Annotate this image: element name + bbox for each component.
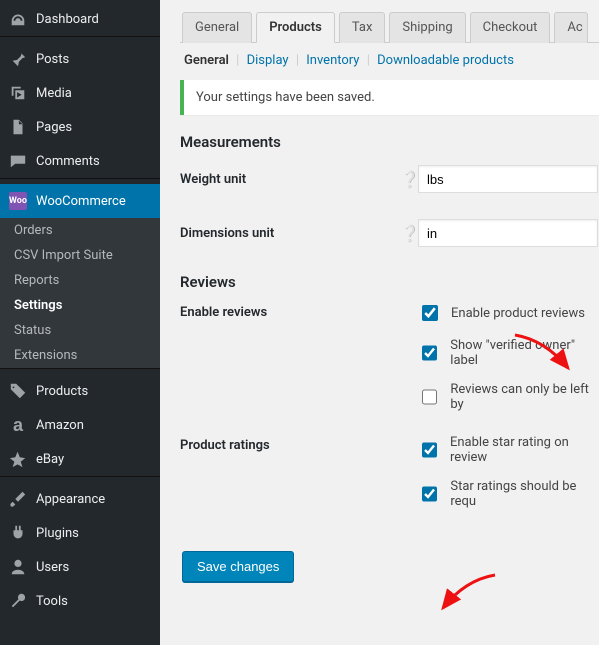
tab-shipping[interactable]: Shipping bbox=[389, 12, 465, 43]
help-icon[interactable]: ❔ bbox=[400, 224, 418, 243]
settings-tabs: General Products Tax Shipping Checkout A… bbox=[180, 12, 599, 43]
help-icon[interactable]: ❔ bbox=[400, 170, 418, 189]
settings-saved-notice: Your settings have been saved. bbox=[180, 80, 599, 115]
pin-icon bbox=[8, 49, 28, 69]
tab-general[interactable]: General bbox=[182, 12, 252, 43]
sidebar-sub-orders[interactable]: Orders bbox=[0, 218, 160, 243]
product-ratings-label: Product ratings bbox=[180, 438, 400, 453]
reviews-heading: Reviews bbox=[180, 273, 599, 291]
ebay-icon bbox=[8, 449, 28, 469]
star-required-checkbox[interactable] bbox=[422, 486, 437, 502]
sidebar-label: Dashboard bbox=[36, 12, 99, 27]
checkbox-verified-owner[interactable]: Show "verified owner" label bbox=[418, 338, 599, 368]
enable-reviews-label: Enable reviews bbox=[180, 305, 400, 320]
sidebar-item-plugins[interactable]: Plugins bbox=[0, 516, 160, 550]
sidebar-item-dashboard[interactable]: Dashboard bbox=[0, 2, 160, 36]
only-verified-checkbox[interactable] bbox=[422, 389, 437, 405]
sidebar-label: Appearance bbox=[36, 492, 105, 507]
plug-icon bbox=[8, 523, 28, 543]
sidebar-item-posts[interactable]: Posts bbox=[0, 42, 160, 76]
measurements-heading: Measurements bbox=[180, 133, 599, 151]
sidebar-label: eBay bbox=[36, 452, 64, 467]
sidebar-item-tools[interactable]: Tools bbox=[0, 584, 160, 618]
dashboard-icon bbox=[8, 9, 28, 29]
subtab-display[interactable]: Display bbox=[247, 53, 289, 68]
sidebar-sub-extensions[interactable]: Extensions bbox=[0, 343, 160, 368]
sidebar-label: Pages bbox=[36, 120, 72, 135]
row-dimensions-unit: Dimensions unit ❔ bbox=[180, 219, 599, 247]
sidebar-label: Plugins bbox=[36, 526, 79, 541]
amazon-icon: a bbox=[8, 415, 28, 435]
checkbox-only-verified[interactable]: Reviews can only be left by bbox=[418, 382, 599, 412]
products-subtabs: General | Display | Inventory | Download… bbox=[180, 43, 599, 74]
tab-products[interactable]: Products bbox=[256, 12, 335, 43]
sidebar-item-appearance[interactable]: Appearance bbox=[0, 482, 160, 516]
sidebar-item-users[interactable]: Users bbox=[0, 550, 160, 584]
dimensions-unit-label: Dimensions unit bbox=[180, 226, 400, 241]
comment-icon bbox=[8, 151, 28, 171]
subtab-downloadable[interactable]: Downloadable products bbox=[377, 53, 514, 68]
tab-accounts[interactable]: Ac bbox=[554, 12, 587, 43]
checkbox-star-required[interactable]: Star ratings should be requ bbox=[418, 479, 599, 509]
admin-sidebar: Dashboard Posts Media Pages Comments bbox=[0, 0, 160, 645]
sidebar-label: Products bbox=[36, 384, 88, 399]
weight-unit-label: Weight unit bbox=[180, 172, 400, 187]
products-icon bbox=[8, 381, 28, 401]
sidebar-label: Posts bbox=[36, 52, 69, 67]
brush-icon bbox=[8, 489, 28, 509]
sidebar-sub-status[interactable]: Status bbox=[0, 318, 160, 343]
tab-tax[interactable]: Tax bbox=[339, 12, 386, 43]
main-content: General Products Tax Shipping Checkout A… bbox=[160, 0, 599, 645]
sidebar-label: Users bbox=[36, 560, 69, 575]
sidebar-item-comments[interactable]: Comments bbox=[0, 144, 160, 178]
sidebar-item-pages[interactable]: Pages bbox=[0, 110, 160, 144]
notice-text: Your settings have been saved. bbox=[196, 90, 375, 105]
sidebar-item-ebay[interactable]: eBay bbox=[0, 442, 160, 476]
enable-product-reviews-checkbox[interactable] bbox=[422, 305, 438, 321]
media-icon bbox=[8, 83, 28, 103]
sidebar-item-amazon[interactable]: a Amazon bbox=[0, 408, 160, 442]
pages-icon bbox=[8, 117, 28, 137]
star-rating-checkbox[interactable] bbox=[422, 442, 437, 458]
weight-unit-input[interactable] bbox=[418, 165, 598, 193]
checkbox-star-rating[interactable]: Enable star rating on review bbox=[418, 435, 599, 465]
save-changes-button[interactable]: Save changes bbox=[182, 551, 294, 582]
wrench-icon bbox=[8, 591, 28, 611]
subtab-general[interactable]: General bbox=[184, 53, 229, 68]
checkbox-enable-product-reviews[interactable]: Enable product reviews bbox=[418, 302, 599, 324]
sidebar-sub-csv-import[interactable]: CSV Import Suite bbox=[0, 243, 160, 268]
users-icon bbox=[8, 557, 28, 577]
sidebar-sub-settings[interactable]: Settings bbox=[0, 293, 160, 318]
sidebar-item-woocommerce[interactable]: Woo WooCommerce bbox=[0, 184, 160, 218]
sidebar-label: Comments bbox=[36, 154, 100, 169]
tab-checkout[interactable]: Checkout bbox=[470, 12, 551, 43]
sidebar-item-media[interactable]: Media bbox=[0, 76, 160, 110]
sidebar-label: WooCommerce bbox=[36, 194, 126, 209]
row-weight-unit: Weight unit ❔ bbox=[180, 165, 599, 193]
sidebar-label: Media bbox=[36, 86, 72, 101]
sidebar-sub-reports[interactable]: Reports bbox=[0, 268, 160, 293]
sidebar-item-products[interactable]: Products bbox=[0, 374, 160, 408]
sidebar-label: Tools bbox=[36, 594, 68, 609]
verified-owner-checkbox[interactable] bbox=[422, 345, 437, 361]
sidebar-label: Amazon bbox=[36, 418, 84, 433]
dimensions-unit-input[interactable] bbox=[418, 219, 598, 247]
subtab-inventory[interactable]: Inventory bbox=[306, 53, 359, 68]
annotation-arrow-icon bbox=[435, 570, 505, 620]
woocommerce-icon: Woo bbox=[8, 191, 28, 211]
